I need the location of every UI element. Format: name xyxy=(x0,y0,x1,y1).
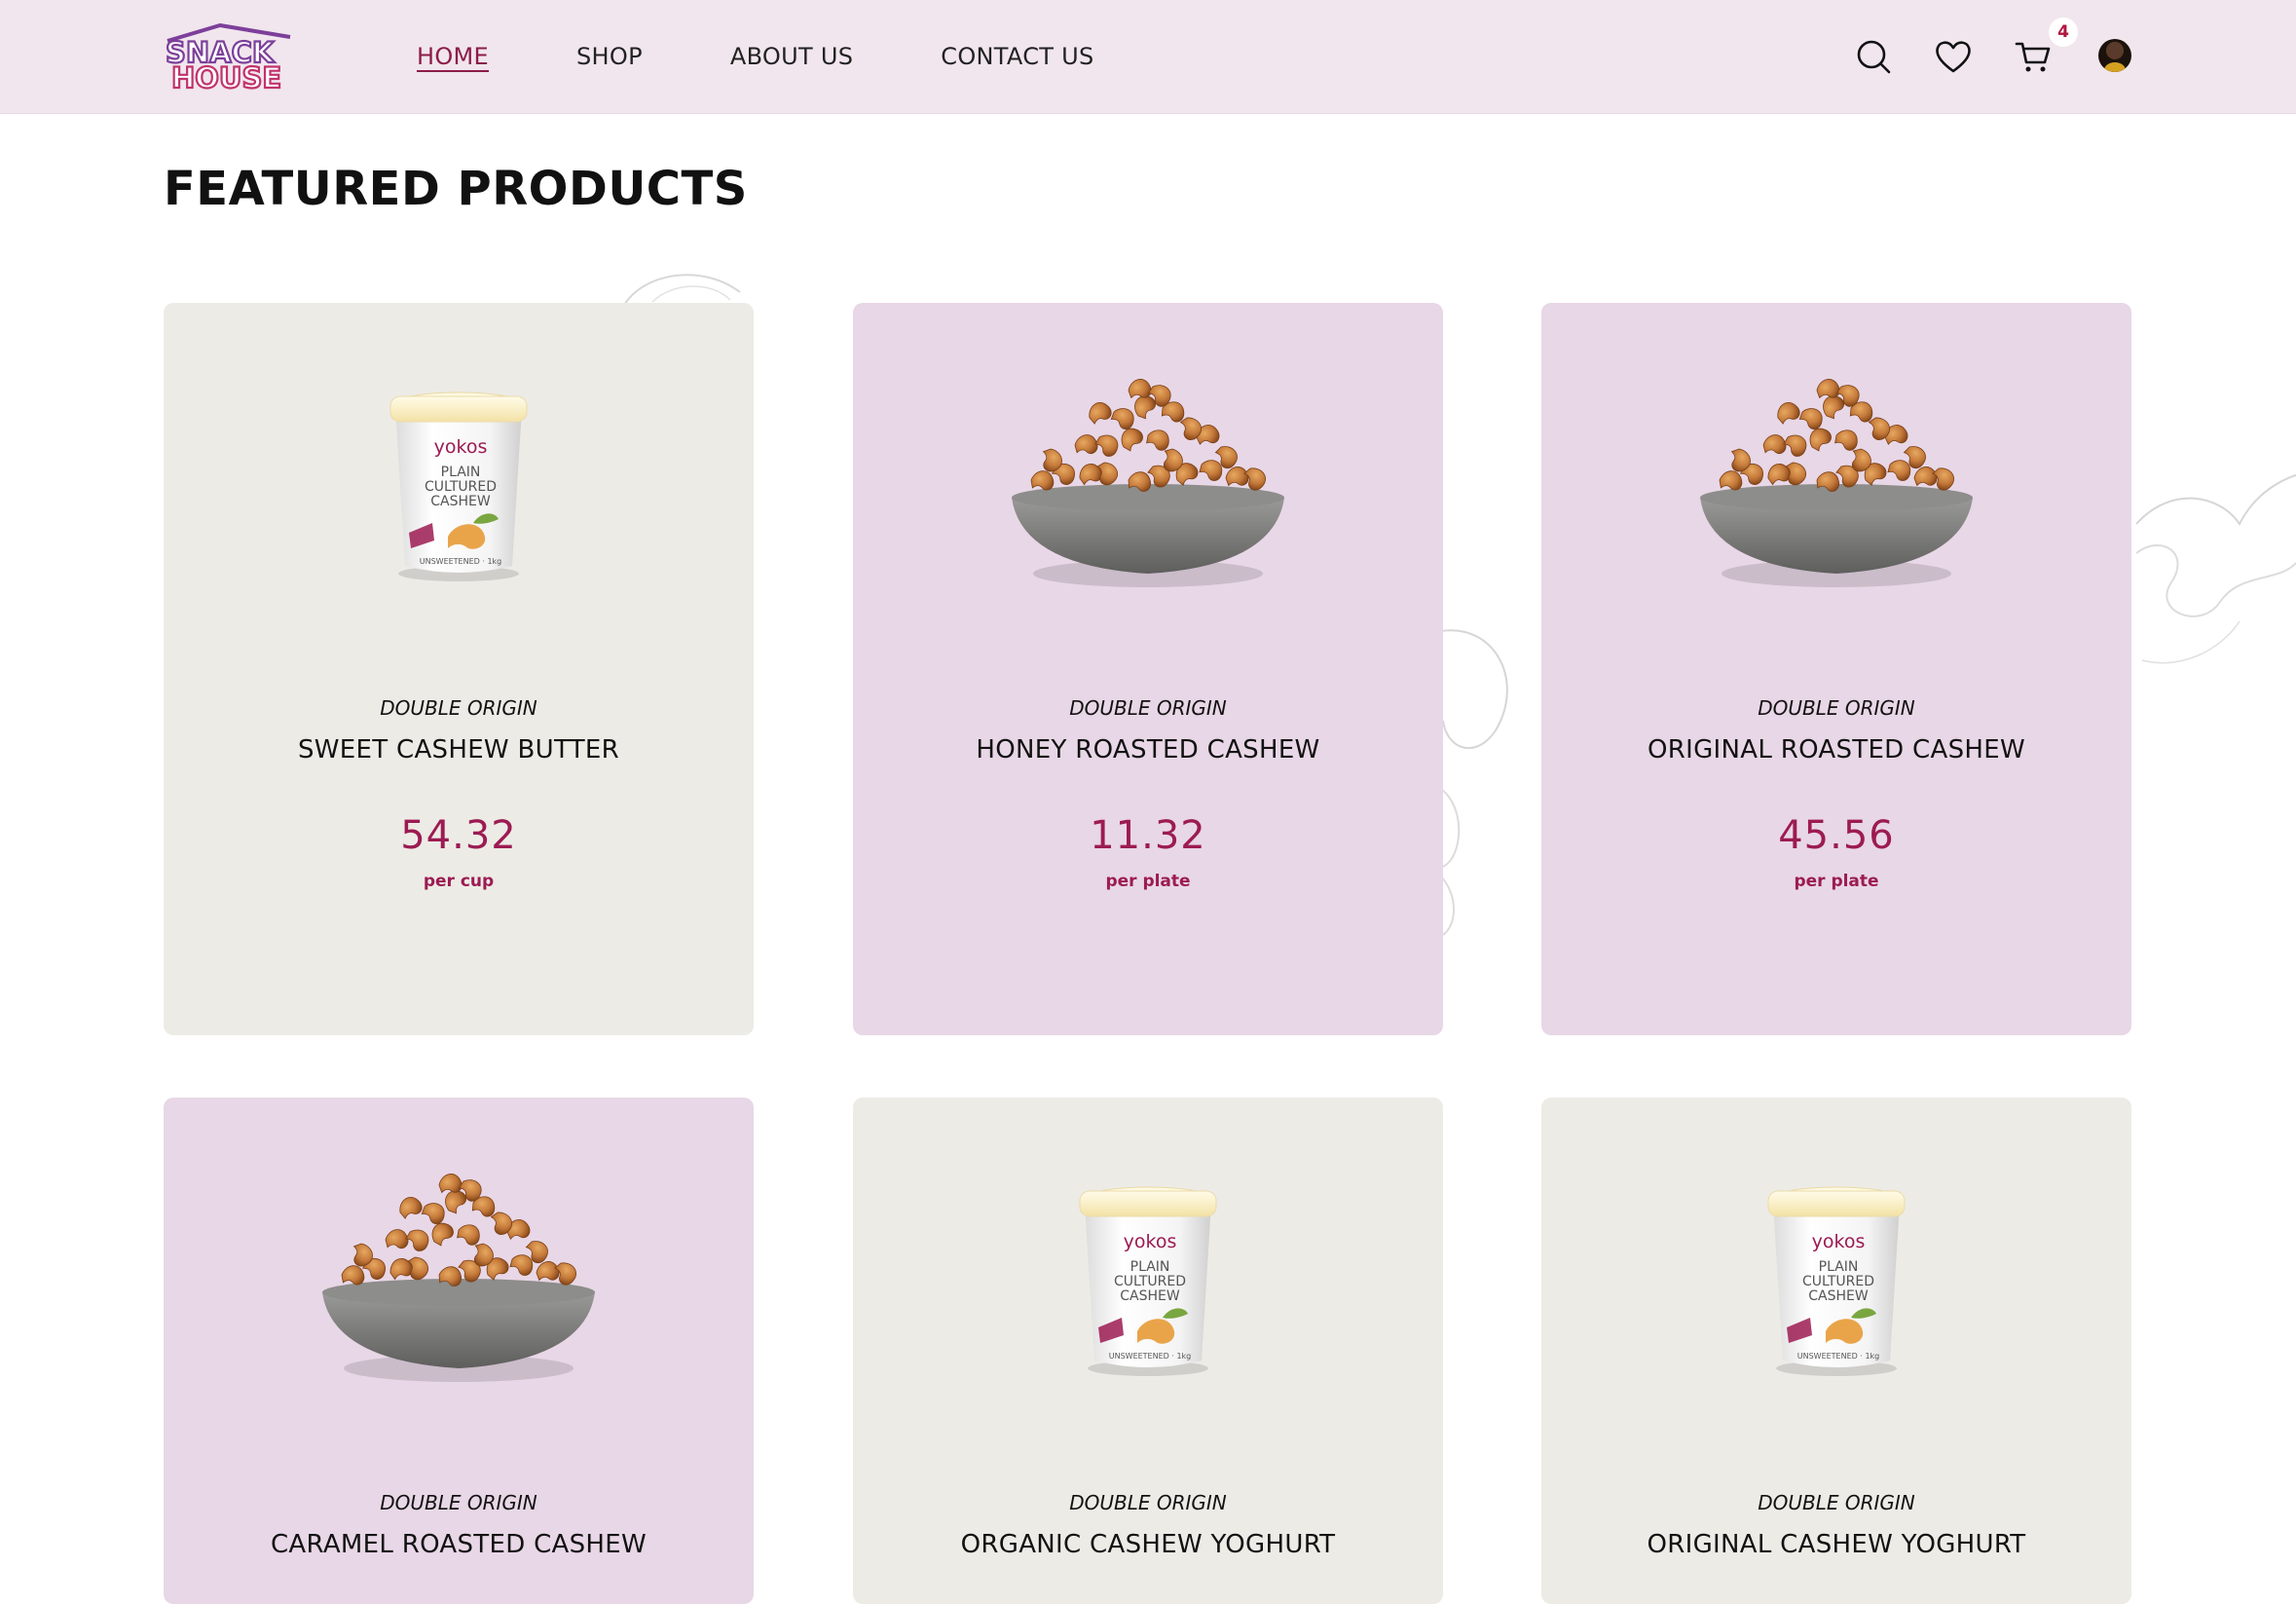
product-price: 45.56 xyxy=(1778,813,1895,858)
product-unit: per plate xyxy=(1105,872,1191,891)
search-icon[interactable] xyxy=(1854,37,1893,76)
svg-text:CASHEW: CASHEW xyxy=(1120,1288,1180,1304)
svg-text:CASHEW: CASHEW xyxy=(1808,1288,1869,1304)
svg-text:yokos: yokos xyxy=(1124,1231,1177,1252)
product-card[interactable]: DOUBLE ORIGIN CARAMEL ROASTED CASHEW xyxy=(164,1098,754,1604)
snack-house-logo[interactable]: SNACK HOUSE xyxy=(162,23,304,92)
avatar[interactable] xyxy=(2098,39,2131,72)
svg-text:CULTURED: CULTURED xyxy=(425,479,497,495)
product-image[interactable]: yokos PLAIN CULTURED CASHEW UNSWEETENED … xyxy=(853,1098,1443,1409)
product-name[interactable]: ORIGINAL CASHEW YOGHURT xyxy=(1541,1530,2131,1559)
product-price: 11.32 xyxy=(1090,813,1206,858)
svg-text:PLAIN: PLAIN xyxy=(441,465,481,480)
product-unit: per plate xyxy=(1794,872,1879,891)
product-name[interactable]: ORGANIC CASHEW YOGHURT xyxy=(853,1530,1443,1559)
product-image[interactable] xyxy=(853,303,1443,615)
heart-icon[interactable] xyxy=(1934,37,1973,76)
product-name[interactable]: CARAMEL ROASTED CASHEW xyxy=(164,1530,754,1559)
cashew-bowl-image xyxy=(1541,303,2131,615)
cashew-bowl-image xyxy=(853,303,1443,615)
svg-text:HOUSE: HOUSE xyxy=(171,61,281,92)
product-name[interactable]: ORIGINAL ROASTED CASHEW xyxy=(1541,735,2131,765)
product-origin: DOUBLE ORIGIN xyxy=(380,1491,537,1514)
svg-text:CASHEW: CASHEW xyxy=(430,494,491,509)
cart-icon[interactable] xyxy=(2014,37,2053,76)
svg-text:PLAIN: PLAIN xyxy=(1130,1259,1170,1275)
product-card[interactable]: yokos PLAIN CULTURED CASHEW UNSWEETENED … xyxy=(1541,1098,2131,1604)
product-image[interactable]: yokos PLAIN CULTURED CASHEW UNSWEETENED … xyxy=(164,303,754,615)
product-card[interactable]: yokos PLAIN CULTURED CASHEW UNSWEETENED … xyxy=(164,303,754,1035)
site-header: SNACK HOUSE HOME SHOP ABOUT US CONTACT U… xyxy=(0,0,2296,114)
product-name[interactable]: SWEET CASHEW BUTTER xyxy=(164,735,754,765)
product-image[interactable] xyxy=(164,1098,754,1409)
product-name[interactable]: HONEY ROASTED CASHEW xyxy=(853,735,1443,765)
product-origin: DOUBLE ORIGIN xyxy=(1069,1491,1227,1514)
yoghurt-cup-image: yokos PLAIN CULTURED CASHEW UNSWEETENED … xyxy=(1079,1186,1217,1376)
cashew-bowl-image xyxy=(164,1098,754,1409)
nav-contact-us[interactable]: CONTACT US xyxy=(941,43,1093,70)
product-card[interactable]: DOUBLE ORIGIN HONEY ROASTED CASHEW 11.32… xyxy=(853,303,1443,1035)
product-card[interactable]: DOUBLE ORIGIN ORIGINAL ROASTED CASHEW 45… xyxy=(1541,303,2131,1035)
nav-home[interactable]: HOME xyxy=(417,43,489,70)
svg-text:UNSWEETENED · 1kg: UNSWEETENED · 1kg xyxy=(420,557,502,566)
svg-text:yokos: yokos xyxy=(1812,1231,1866,1252)
product-origin: DOUBLE ORIGIN xyxy=(380,696,537,720)
product-card[interactable]: yokos PLAIN CULTURED CASHEW UNSWEETENED … xyxy=(853,1098,1443,1604)
svg-text:UNSWEETENED · 1kg: UNSWEETENED · 1kg xyxy=(1797,1352,1880,1361)
product-origin: DOUBLE ORIGIN xyxy=(1069,696,1227,720)
yoghurt-cup-image: yokos PLAIN CULTURED CASHEW UNSWEETENED … xyxy=(1767,1186,1906,1376)
product-image[interactable]: yokos PLAIN CULTURED CASHEW UNSWEETENED … xyxy=(1541,1098,2131,1409)
svg-text:UNSWEETENED · 1kg: UNSWEETENED · 1kg xyxy=(1109,1352,1192,1361)
yoghurt-cup-image: yokos PLAIN CULTURED CASHEW UNSWEETENED … xyxy=(389,392,528,581)
decorative-sketch xyxy=(1440,629,1508,936)
svg-text:PLAIN: PLAIN xyxy=(1819,1259,1859,1275)
main-nav: HOME SHOP ABOUT US CONTACT US xyxy=(417,0,1182,113)
product-image[interactable] xyxy=(1541,303,2131,615)
product-price: 54.32 xyxy=(400,813,517,858)
svg-text:CULTURED: CULTURED xyxy=(1802,1274,1874,1289)
nav-shop[interactable]: SHOP xyxy=(576,43,643,70)
product-origin: DOUBLE ORIGIN xyxy=(1758,696,1915,720)
svg-text:yokos: yokos xyxy=(434,436,488,458)
product-origin: DOUBLE ORIGIN xyxy=(1758,1491,1915,1514)
nav-about-us[interactable]: ABOUT US xyxy=(730,43,853,70)
page-title: FEATURED PRODUCTS xyxy=(164,162,748,216)
decorative-sketch xyxy=(2135,474,2296,664)
cart-count-badge: 4 xyxy=(2049,18,2078,47)
svg-text:CULTURED: CULTURED xyxy=(1114,1274,1186,1289)
product-unit: per cup xyxy=(423,872,495,891)
